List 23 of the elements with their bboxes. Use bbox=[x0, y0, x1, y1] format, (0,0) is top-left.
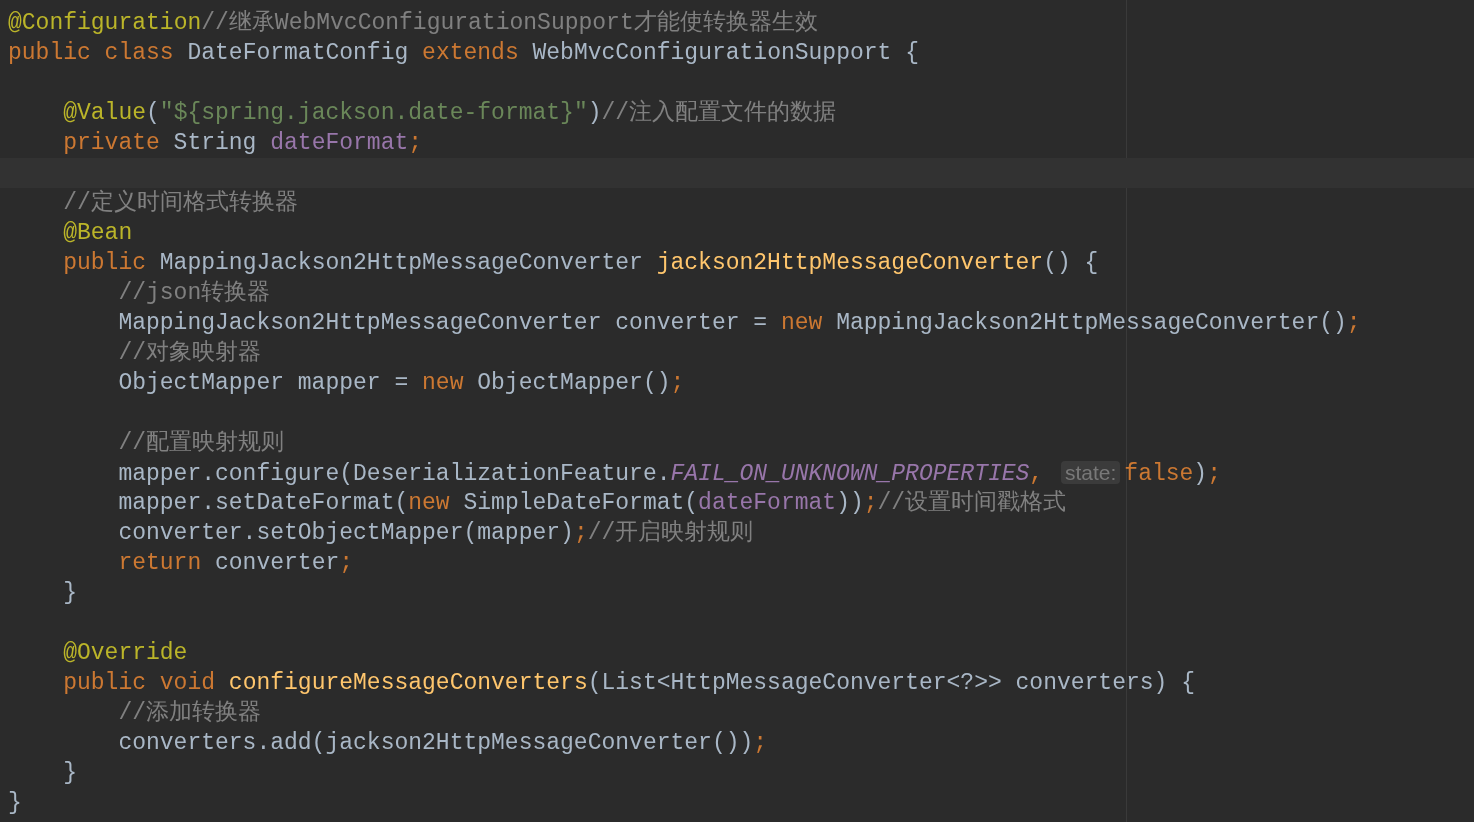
code-line: ObjectMapper mapper = new ObjectMapper(); bbox=[118, 369, 685, 398]
code-line: @Override bbox=[63, 639, 188, 668]
code-line: } bbox=[63, 579, 77, 608]
code-line: converters.add(jackson2HttpMessageConverter()); bbox=[118, 729, 768, 758]
code-line: mapper.configure(DeserializationFeature.FAIL_ON_UNKNOWN_PROPERTIES, state: false); bbox=[118, 459, 1221, 489]
code-line: mapper.setDateFormat(new SimpleDateFormat(dateFormat));//设置时间戳格式 bbox=[118, 489, 1067, 518]
code-line: @Bean bbox=[63, 219, 133, 248]
code-line: public void configureMessageConverters(List<HttpMessageConverter<?>> converters) { bbox=[63, 669, 1195, 698]
code-line: } bbox=[63, 759, 77, 788]
code-line: MappingJackson2HttpMessageConverter converter = new MappingJackson2HttpMessageConverter(); bbox=[118, 309, 1361, 338]
code-line: } bbox=[8, 789, 22, 818]
code-line: public MappingJackson2HttpMessageConverter jackson2HttpMessageConverter() { bbox=[63, 249, 1099, 278]
code-line: @Configuration//继承WebMvcConfigurationSupport才能使转换器生效 bbox=[8, 9, 818, 38]
code-line: public class DateFormatConfig extends WebMvcConfigurationSupport { bbox=[8, 39, 919, 68]
code-line: //json转换器 bbox=[118, 279, 271, 308]
code-line: //对象映射器 bbox=[118, 339, 261, 368]
code-line: return converter; bbox=[118, 549, 354, 578]
code-line: converter.setObjectMapper(mapper);//开启映射规则 bbox=[118, 519, 754, 548]
code-line: private String dateFormat; bbox=[63, 129, 423, 158]
code-line: @Value("${spring.jackson.date-format}")//注入配置文件的数据 bbox=[63, 98, 837, 128]
code-line: //配置映射规则 bbox=[118, 429, 284, 458]
code-line: //定义时间格式转换器 bbox=[63, 188, 298, 218]
code-line: //添加转换器 bbox=[118, 699, 261, 728]
